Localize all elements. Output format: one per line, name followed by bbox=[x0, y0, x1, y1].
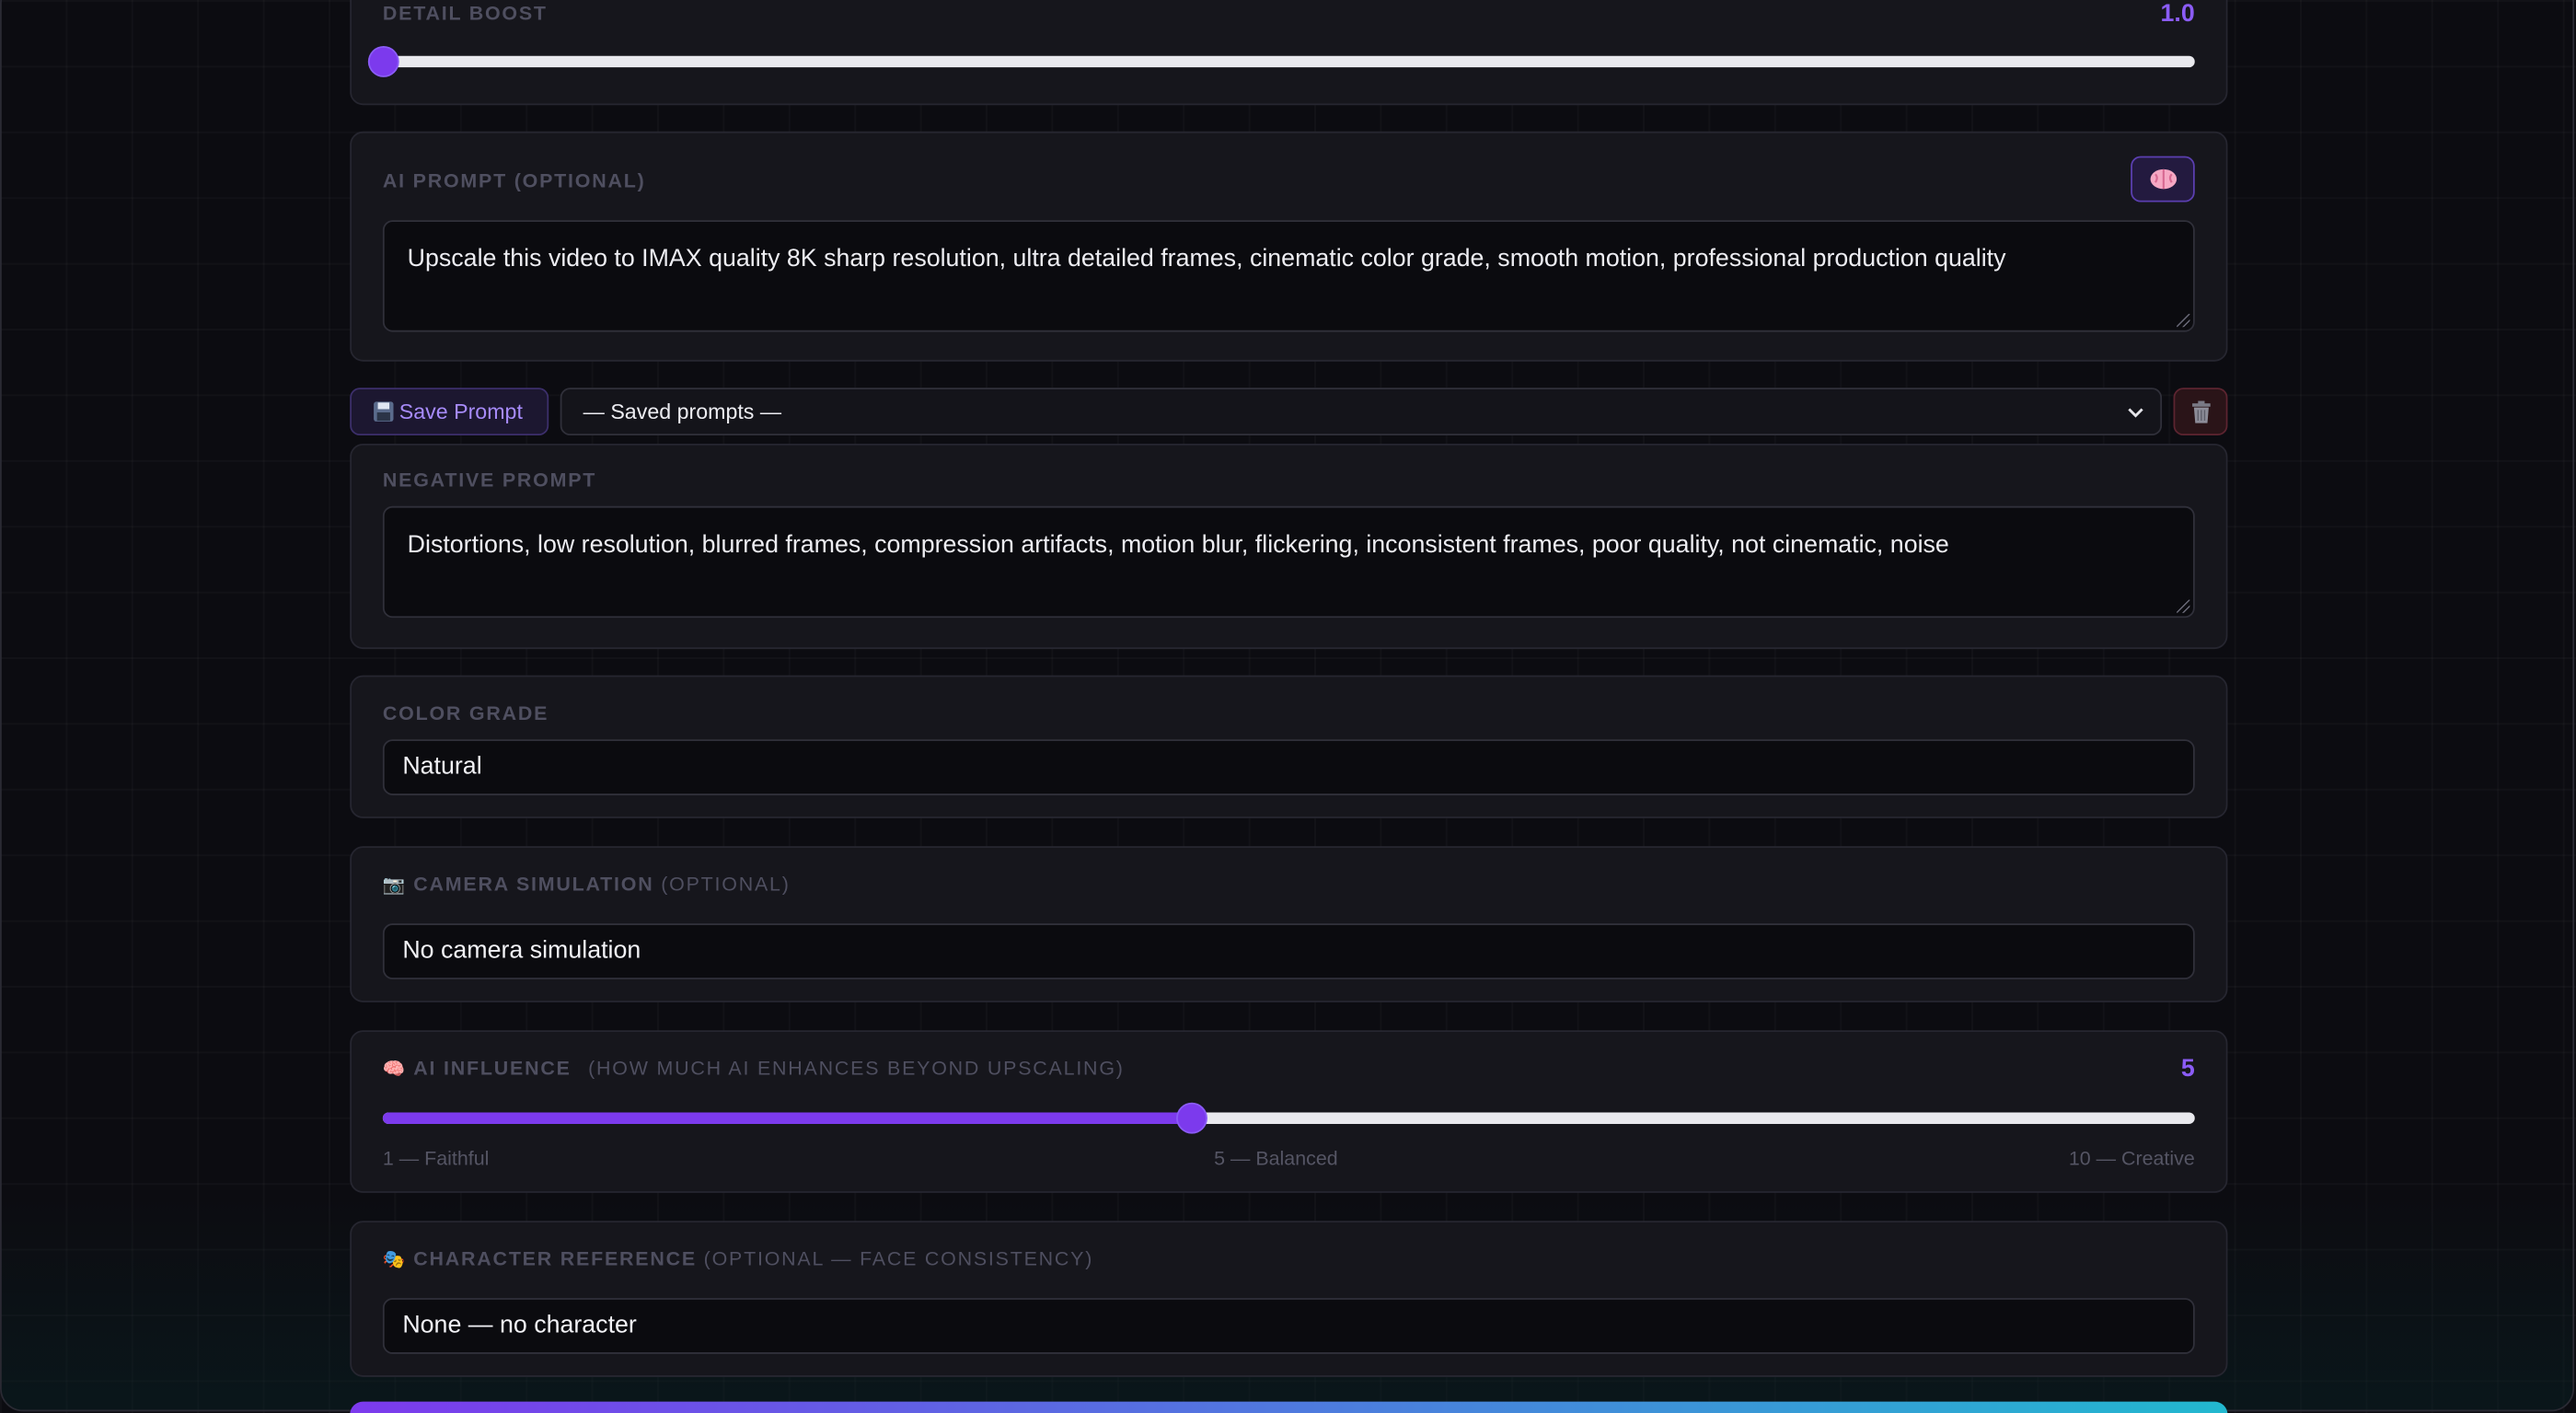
detail-boost-slider-thumb[interactable] bbox=[369, 47, 398, 76]
ai-prompt-brain-button[interactable] bbox=[2131, 156, 2195, 203]
resize-handle-icon[interactable] bbox=[2177, 599, 2190, 613]
ai-influence-tick-max: 10 — Creative bbox=[2068, 1146, 2195, 1170]
save-prompt-label: Save Prompt bbox=[399, 399, 523, 424]
character-reference-sublabel: (OPTIONAL — FACE CONSISTENCY) bbox=[703, 1246, 1094, 1270]
ai-influence-card: 🧠 AI INFLUENCE (HOW MUCH AI ENHANCES BEYO… bbox=[350, 1030, 2228, 1193]
camera-icon: 📷 bbox=[382, 875, 408, 896]
color-grade-value: Natural bbox=[402, 752, 482, 781]
ai-influence-value: 5 bbox=[2180, 1054, 2195, 1083]
color-grade-card: COLOR GRADE Natural bbox=[350, 675, 2228, 818]
trash-icon bbox=[2191, 400, 2210, 423]
app-viewport: { "detail_boost": { "label": "DETAIL BOO… bbox=[0, 0, 2576, 1413]
ai-influence-tick-min: 1 — Faithful bbox=[382, 1146, 490, 1170]
detail-boost-label: DETAIL BOOST bbox=[382, 1, 548, 25]
camera-simulation-title: CAMERA SIMULATION bbox=[413, 872, 654, 896]
camera-simulation-select[interactable]: No camera simulation bbox=[382, 923, 2195, 979]
ai-prompt-label: AI PROMPT (OPTIONAL) bbox=[382, 168, 646, 192]
ai-influence-sublabel: (HOW MUCH AI ENHANCES BEYOND UPSCALING) bbox=[588, 1056, 1125, 1080]
theater-masks-icon: 🎭 bbox=[382, 1250, 408, 1270]
color-grade-select[interactable]: Natural bbox=[382, 739, 2195, 795]
character-reference-select[interactable]: None — no character bbox=[382, 1298, 2195, 1354]
character-reference-card: 🎭 CHARACTER REFERENCE (OPTIONAL — FACE CO… bbox=[350, 1221, 2228, 1377]
detail-boost-value: 1.0 bbox=[2160, 0, 2195, 29]
ai-prompt-text: Upscale this video to IMAX quality 8K sh… bbox=[407, 244, 2006, 273]
floppy-disk-icon bbox=[374, 401, 394, 422]
resize-handle-icon[interactable] bbox=[2177, 313, 2190, 328]
saved-prompts-value: — Saved prompts — bbox=[583, 399, 782, 424]
ai-influence-tick-mid: 5 — Balanced bbox=[1214, 1146, 1338, 1170]
ai-influence-slider-fill bbox=[382, 1112, 1192, 1124]
delete-prompt-button[interactable] bbox=[2173, 388, 2228, 436]
negative-prompt-text: Distortions, low resolution, blurred fra… bbox=[407, 530, 1949, 559]
chevron-down-icon bbox=[2128, 408, 2143, 418]
negative-prompt-label: NEGATIVE PROMPT bbox=[382, 468, 597, 492]
save-prompt-button[interactable]: Save Prompt bbox=[350, 388, 549, 436]
character-reference-label: 🎭 CHARACTER REFERENCE (OPTIONAL — FACE CO… bbox=[383, 1247, 1093, 1270]
brain-icon bbox=[2149, 168, 2177, 190]
negative-prompt-card: NEGATIVE PROMPT Distortions, low resolut… bbox=[350, 443, 2228, 650]
color-grade-label: COLOR GRADE bbox=[382, 701, 549, 725]
character-reference-title: CHARACTER REFERENCE bbox=[413, 1246, 697, 1270]
ai-prompt-card: AI PROMPT (OPTIONAL) Upscale this video … bbox=[350, 131, 2228, 362]
camera-simulation-label: 📷 CAMERA SIMULATION (OPTIONAL) bbox=[383, 873, 791, 896]
negative-prompt-textarea[interactable]: Distortions, low resolution, blurred fra… bbox=[382, 505, 2195, 619]
ai-influence-slider[interactable] bbox=[382, 1104, 2195, 1132]
ai-influence-slider-thumb[interactable] bbox=[1177, 1104, 1207, 1132]
generate-button[interactable] bbox=[350, 1401, 2228, 1413]
character-reference-value: None — no character bbox=[402, 1311, 637, 1339]
ai-prompt-textarea[interactable]: Upscale this video to IMAX quality 8K sh… bbox=[382, 220, 2195, 332]
camera-simulation-value: No camera simulation bbox=[402, 936, 641, 965]
camera-simulation-card: 📷 CAMERA SIMULATION (OPTIONAL) No camera … bbox=[350, 846, 2228, 1002]
saved-prompts-select[interactable]: — Saved prompts — bbox=[560, 388, 2163, 436]
brain-icon: 🧠 bbox=[382, 1060, 408, 1080]
ai-influence-title: AI INFLUENCE bbox=[413, 1056, 572, 1080]
detail-boost-slider[interactable] bbox=[369, 47, 2195, 76]
ai-influence-label: 🧠 AI INFLUENCE (HOW MUCH AI ENHANCES BEYO… bbox=[383, 1057, 1125, 1080]
camera-simulation-sublabel: (OPTIONAL) bbox=[661, 872, 791, 896]
detail-boost-card: DETAIL BOOST 1.0 bbox=[350, 0, 2228, 106]
